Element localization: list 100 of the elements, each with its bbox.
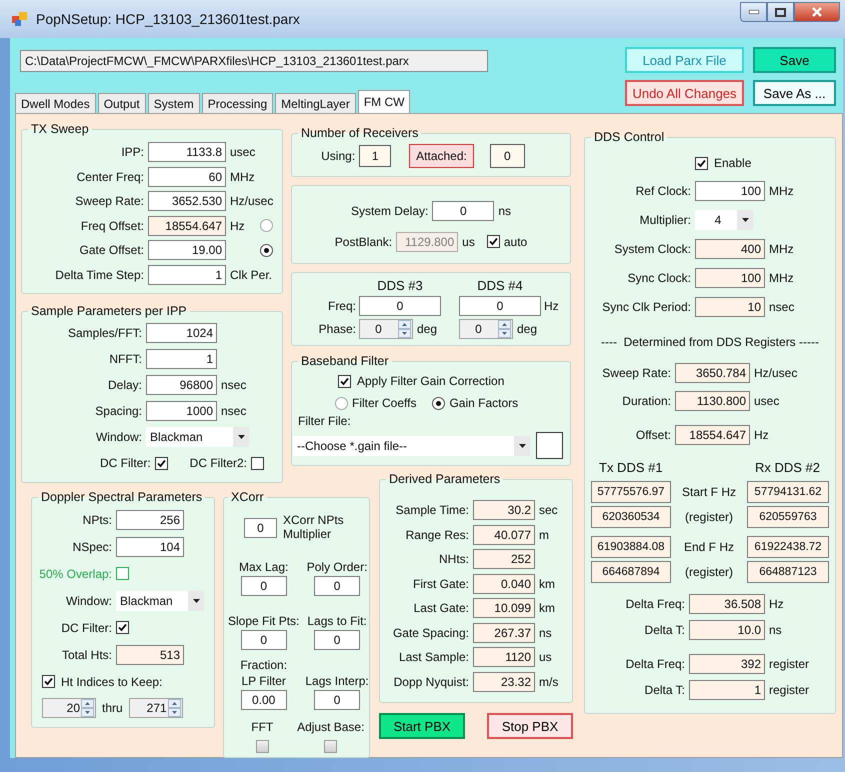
field-label: Lags to Fit: [307, 614, 367, 628]
minimize-button[interactable] [740, 2, 767, 22]
field-label: Last Sample: [398, 650, 469, 664]
text-field[interactable]: 1133.8 [148, 142, 226, 162]
spin-box[interactable]: 271 [128, 698, 183, 718]
text-field[interactable]: 0 [240, 630, 287, 650]
text-field[interactable]: 1 [148, 264, 226, 285]
field-label: NHts: [438, 552, 469, 566]
text-field[interactable]: 1000 [146, 401, 217, 421]
value-display: 57775576.97 [591, 481, 671, 503]
tab[interactable]: Dwell Modes [15, 93, 96, 113]
field-label: Sweep Rate: [601, 366, 671, 380]
text-field[interactable]: 0 [314, 576, 360, 596]
group-title: Sample Parameters per IPP [30, 304, 188, 318]
checkbox[interactable] [251, 456, 264, 470]
value-display: 10.099 [473, 598, 535, 618]
checkbox[interactable] [486, 235, 500, 248]
dropdown[interactable]: 4 [695, 210, 753, 230]
text-field[interactable]: 96800 [146, 375, 217, 395]
unit-label: ns [498, 204, 512, 218]
tab[interactable]: Output [98, 93, 146, 113]
value-display: 61903884.08 [591, 536, 671, 558]
text-field[interactable]: 1129.800 [396, 232, 458, 252]
field-label: Lags Interp: [305, 674, 369, 688]
value-display: 620360534 [591, 506, 671, 528]
radio-button[interactable] [335, 396, 348, 410]
unit-label: km [539, 576, 555, 591]
spin-arrows-icon [81, 699, 94, 717]
value-display: 252 [473, 549, 535, 570]
text-field[interactable]: 0 [314, 630, 360, 650]
dropdown[interactable]: --Choose *.gain file-- [293, 436, 530, 456]
column-heading: DDS #4 [476, 278, 524, 293]
blank-button[interactable] [536, 432, 563, 459]
unit-label: us [539, 650, 552, 664]
text-field[interactable]: 1 [146, 349, 217, 369]
unit-label: register [769, 683, 810, 697]
field-label: Sync Clk Period: [601, 300, 691, 314]
tab[interactable]: MeltingLayer [275, 93, 356, 113]
radio-button[interactable] [260, 219, 273, 232]
text-field[interactable]: 100 [695, 180, 765, 200]
column-heading: Tx DDS #1 [598, 460, 664, 474]
checkbox[interactable] [695, 156, 708, 170]
text-field[interactable]: 60 [148, 166, 226, 187]
text-field[interactable]: 256 [116, 510, 184, 530]
dropdown[interactable]: Blackman [116, 590, 204, 610]
text-field[interactable]: 0 [244, 518, 277, 538]
field-label: Filter File: [298, 414, 351, 428]
checkbox[interactable] [116, 567, 129, 580]
spin-box[interactable]: 0 [459, 319, 513, 339]
section-heading: ---- Determined from DDS Registers ----- [600, 335, 820, 349]
text-field[interactable]: 0.00 [240, 690, 287, 710]
value-display: 100 [695, 268, 765, 288]
field-label: Range Res: [404, 528, 469, 542]
text-field[interactable]: 104 [116, 536, 184, 556]
checkbox[interactable] [42, 675, 55, 688]
save-as-button[interactable]: Save As ... [753, 80, 836, 106]
checkbox[interactable] [338, 374, 351, 388]
field-label: Samples/FFT: [66, 326, 142, 340]
unit-label: Hz/usec [230, 194, 274, 208]
unit-label: deg [417, 322, 438, 336]
text-field[interactable]: 0 [459, 296, 541, 316]
tab[interactable]: System [148, 93, 200, 113]
file-path-field[interactable]: C:\Data\ProjectFMCW\_FMCW\PARXfiles\HCP_13103_213601test.parx [20, 50, 488, 72]
text-field[interactable]: 19.00 [148, 240, 226, 260]
group-title: XCorr [230, 490, 265, 504]
radio-button[interactable] [432, 396, 446, 410]
checkbox[interactable] [154, 456, 168, 470]
unit-label: nsec [769, 300, 794, 314]
text-field[interactable]: 0 [432, 200, 494, 220]
checkbox-label: Ht Indices to Keep: [61, 674, 162, 688]
tab[interactable]: Processing [202, 93, 274, 113]
close-icon [812, 7, 822, 17]
group-title: TX Sweep [30, 122, 90, 136]
start-button[interactable]: Start PBX [379, 713, 465, 739]
undo-button[interactable]: Undo All Changes [625, 80, 744, 106]
field-label: Poly Order: [306, 560, 368, 574]
unit-label: ns [539, 626, 552, 640]
save-button[interactable]: Save [753, 47, 836, 73]
text-field[interactable]: 1024 [146, 323, 217, 343]
text-field[interactable]: 3652.530 [148, 191, 226, 212]
text-field[interactable]: 0 [240, 576, 287, 596]
checkbox[interactable] [116, 621, 129, 634]
field-label: Delta T: [644, 683, 685, 697]
unit-label: MHz [769, 242, 794, 256]
value-display: 10 [695, 296, 765, 316]
unit-label: m/s [539, 674, 558, 689]
spin-box[interactable]: 0 [359, 319, 413, 339]
dropdown[interactable]: Blackman [146, 427, 249, 447]
tab[interactable]: FM CW [358, 90, 410, 113]
field-label: First Gate: [412, 576, 469, 591]
maximize-button[interactable] [767, 2, 794, 22]
field-label: Using: [321, 149, 356, 163]
stop-button[interactable]: Stop PBX [487, 713, 573, 739]
text-field[interactable]: 0 [359, 296, 441, 316]
close-button[interactable] [794, 2, 840, 22]
spin-box[interactable]: 20 [42, 698, 96, 718]
field-label: Window: [64, 594, 112, 608]
radio-button[interactable] [260, 244, 273, 257]
value-display: 664687894 [591, 561, 671, 583]
text-field[interactable]: 0 [314, 690, 360, 710]
